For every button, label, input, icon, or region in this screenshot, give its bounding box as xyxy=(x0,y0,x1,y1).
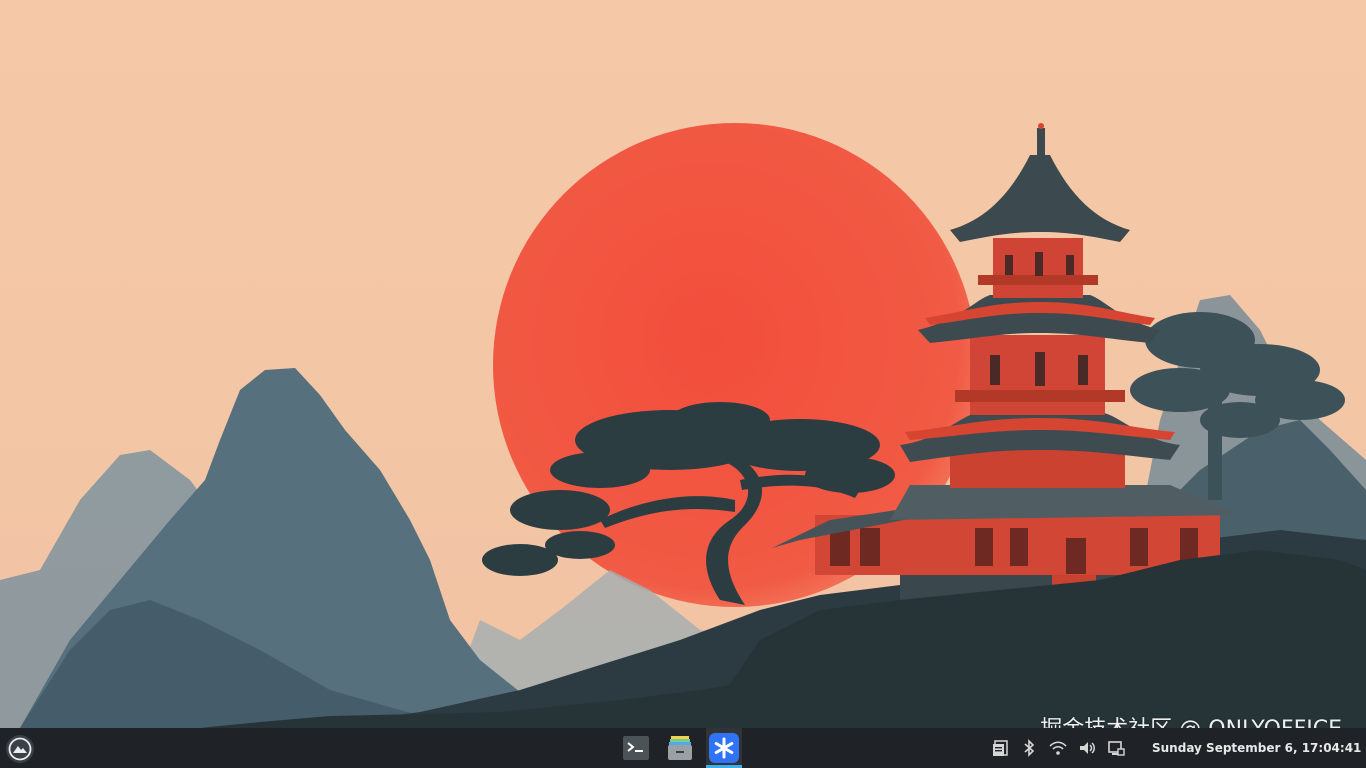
display-icon xyxy=(1108,741,1125,756)
tray-bluetooth[interactable] xyxy=(1019,738,1039,758)
clock[interactable]: Sunday September 6, 17:04:41 xyxy=(1152,728,1361,768)
app-launcher-button[interactable] xyxy=(6,735,34,763)
tray-volume[interactable] xyxy=(1077,738,1097,758)
taskbar: Sunday September 6, 17:04:41 xyxy=(0,728,1366,768)
system-tray xyxy=(990,728,1135,768)
task-snowflake-app[interactable] xyxy=(706,728,742,768)
desktop[interactable]: 掘金技术社区 @ ONLYOFFICE xyxy=(0,0,1366,728)
bluetooth-icon xyxy=(1024,739,1035,757)
watermark-text: 掘金技术社区 @ ONLYOFFICE xyxy=(1040,716,1342,728)
terminal-icon xyxy=(623,736,649,760)
snowflake-app-icon xyxy=(709,733,739,763)
wallpaper xyxy=(0,0,1366,728)
wifi-icon xyxy=(1049,741,1067,755)
tray-wifi[interactable] xyxy=(1048,738,1068,758)
tray-display[interactable] xyxy=(1106,738,1126,758)
task-terminal[interactable] xyxy=(618,728,654,768)
volume-icon xyxy=(1080,742,1095,754)
task-file-manager[interactable] xyxy=(662,728,698,768)
app-launcher-icon xyxy=(8,737,32,761)
clipboard-icon xyxy=(993,740,1008,756)
tray-clipboard[interactable] xyxy=(990,738,1010,758)
file-manager-icon xyxy=(668,736,692,760)
